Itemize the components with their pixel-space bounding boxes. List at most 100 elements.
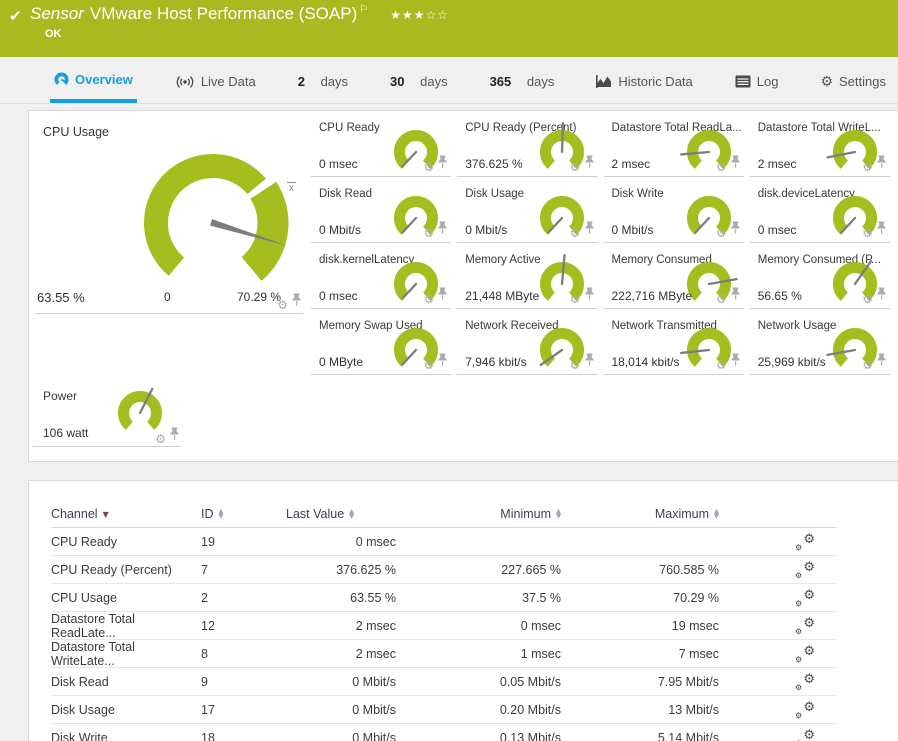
gear-icon[interactable]: ⚙ [862,161,873,173]
pin-icon[interactable] [170,427,179,445]
channel-gauge-value: 0 msec [758,223,797,237]
tab-historic-data[interactable]: Historic Data [592,60,696,103]
maximum-cell: 7 msec [561,647,719,661]
tab-log[interactable]: Log [731,60,783,103]
minimum-cell: 0.20 Mbit/s [396,703,561,717]
last-value-cell: 0 msec [286,535,396,549]
gear-icon[interactable]: ⚙ [570,293,581,305]
channel-gauge-value: 376.625 % [465,157,522,171]
channel-gauge [828,256,882,315]
pin-icon[interactable] [438,353,447,371]
pin-icon[interactable] [438,287,447,305]
maximum-cell: 7.95 Mbit/s [561,675,719,689]
column-header-label: Minimum [500,507,551,521]
tab-overview[interactable]: Overview [50,60,137,103]
tab-settings[interactable]: ⚙Settings [816,60,890,103]
channel-settings-icon[interactable]: ⚙⚙ [795,674,815,690]
channel-id-cell: 9 [201,675,286,689]
tab-30-days[interactable]: 30 days [386,60,452,103]
pin-icon[interactable] [585,155,594,173]
sensor-title: VMware Host Performance (SOAP) [90,4,357,23]
minimum-cell: 227.665 % [396,563,561,577]
minimum-cell: 0 msec [396,619,561,633]
gear-icon[interactable]: ⚙ [570,359,581,371]
pin-icon[interactable] [731,155,740,173]
channel-gauge-title: Power [43,389,77,403]
pin-icon[interactable] [877,221,886,239]
gear-icon[interactable]: ⚙ [716,359,727,371]
pin-icon[interactable] [438,155,447,173]
channel-gauge-value: 18,014 kbit/s [612,355,680,369]
column-header-channel[interactable]: Channel▼ [51,507,201,521]
channel-settings-icon[interactable]: ⚙⚙ [795,590,815,606]
column-header-last-value[interactable]: Last Value▲▼ [286,507,396,521]
pin-icon[interactable] [731,287,740,305]
channel-table: Channel▼ID▲▼Last Value▲▼Minimum▲▼Maximum… [51,501,837,741]
gear-icon[interactable]: ⚙ [423,293,434,305]
channel-gauge [682,124,736,183]
channel-row-disk-read[interactable]: Disk Read90 Mbit/s0.05 Mbit/s7.95 Mbit/s… [51,668,837,696]
gear-icon[interactable]: ⚙ [862,359,873,371]
priority-stars[interactable]: ★★★☆☆ [390,8,449,22]
channel-id-cell: 8 [201,647,286,661]
gear-icon[interactable]: ⚙ [277,299,288,311]
column-header-label: ID [201,507,214,521]
gear-icon[interactable]: ⚙ [716,161,727,173]
channel-settings-icon[interactable]: ⚙⚙ [795,618,815,634]
channel-row-cpu-ready[interactable]: CPU Ready190 msec⚙⚙ [51,528,837,556]
primary-gauge-value: 63.55 % [37,290,85,305]
pin-icon[interactable] [292,293,301,311]
channel-gauge [682,190,736,249]
channel-gauge-title: Disk Write [612,188,664,200]
channel-row-datastore-total-writelate[interactable]: Datastore Total WriteLate...82 msec1 mse… [51,640,837,668]
gear-icon[interactable]: ⚙ [862,293,873,305]
channel-settings-icon[interactable]: ⚙⚙ [795,534,815,550]
gear-icon[interactable]: ⚙ [423,359,434,371]
pin-icon[interactable] [585,353,594,371]
gear-icon[interactable]: ⚙ [423,227,434,239]
pin-icon[interactable] [585,221,594,239]
channel-settings-icon[interactable]: ⚙⚙ [795,730,815,741]
channel-row-disk-write[interactable]: Disk Write180 Mbit/s0.13 Mbit/s5.14 Mbit… [51,724,837,741]
pin-icon[interactable] [731,353,740,371]
gear-icon[interactable]: ⚙ [716,293,727,305]
gauge-cell-disk-kernellatency: disk.kernelLatency0 msec⚙ [311,252,451,309]
channel-gauge [535,256,589,315]
gear-icon[interactable]: ⚙ [570,161,581,173]
flag-icon[interactable]: ⚐ [359,4,368,15]
channel-settings-icon[interactable]: ⚙⚙ [795,562,815,578]
column-header-id[interactable]: ID▲▼ [201,507,286,521]
pin-icon[interactable] [877,353,886,371]
tab-label: Live Data [201,74,256,89]
channel-gauge-title: Memory Active [465,254,540,266]
tab-live-data[interactable]: Live Data [171,60,260,103]
gauge-cell-network-usage: Network Usage25,969 kbit/s⚙ [750,318,890,375]
pin-icon[interactable] [585,287,594,305]
tab-365-days[interactable]: 365 days [486,60,559,103]
channel-row-cpu-ready-percent[interactable]: CPU Ready (Percent)7376.625 %227.665 %76… [51,556,837,584]
pin-icon[interactable] [877,155,886,173]
column-header-minimum[interactable]: Minimum▲▼ [396,507,561,521]
pin-icon[interactable] [438,221,447,239]
column-header-maximum[interactable]: Maximum▲▼ [561,507,719,521]
tab-2-days[interactable]: 2 days [294,60,352,103]
channel-gauge-value: 0 msec [319,157,358,171]
pin-icon[interactable] [731,221,740,239]
gauge-cell-memory-consumed-p: Memory Consumed (P...56.65 %⚙ [750,252,890,309]
pin-icon[interactable] [877,287,886,305]
gear-icon[interactable]: ⚙ [570,227,581,239]
last-value-cell: 0 Mbit/s [286,703,396,717]
channel-row-datastore-total-readlate[interactable]: Datastore Total ReadLate...122 msec0 mse… [51,612,837,640]
tab-label: Overview [75,72,133,87]
last-value-cell: 0 Mbit/s [286,731,396,741]
gear-icon[interactable]: ⚙ [423,161,434,173]
sort-icon: ▲▼ [349,509,354,519]
gear-icon[interactable]: ⚙ [862,227,873,239]
channel-row-disk-usage[interactable]: Disk Usage170 Mbit/s0.20 Mbit/s13 Mbit/s… [51,696,837,724]
sensor-title-line: SensorVMware Host Performance (SOAP)⚐★★★… [30,4,449,24]
channel-settings-icon[interactable]: ⚙⚙ [795,702,815,718]
channel-settings-icon[interactable]: ⚙⚙ [795,646,815,662]
gear-icon[interactable]: ⚙ [716,227,727,239]
gear-icon[interactable]: ⚙ [155,433,166,445]
channel-row-cpu-usage[interactable]: CPU Usage263.55 %37.5 %70.29 %⚙⚙ [51,584,837,612]
